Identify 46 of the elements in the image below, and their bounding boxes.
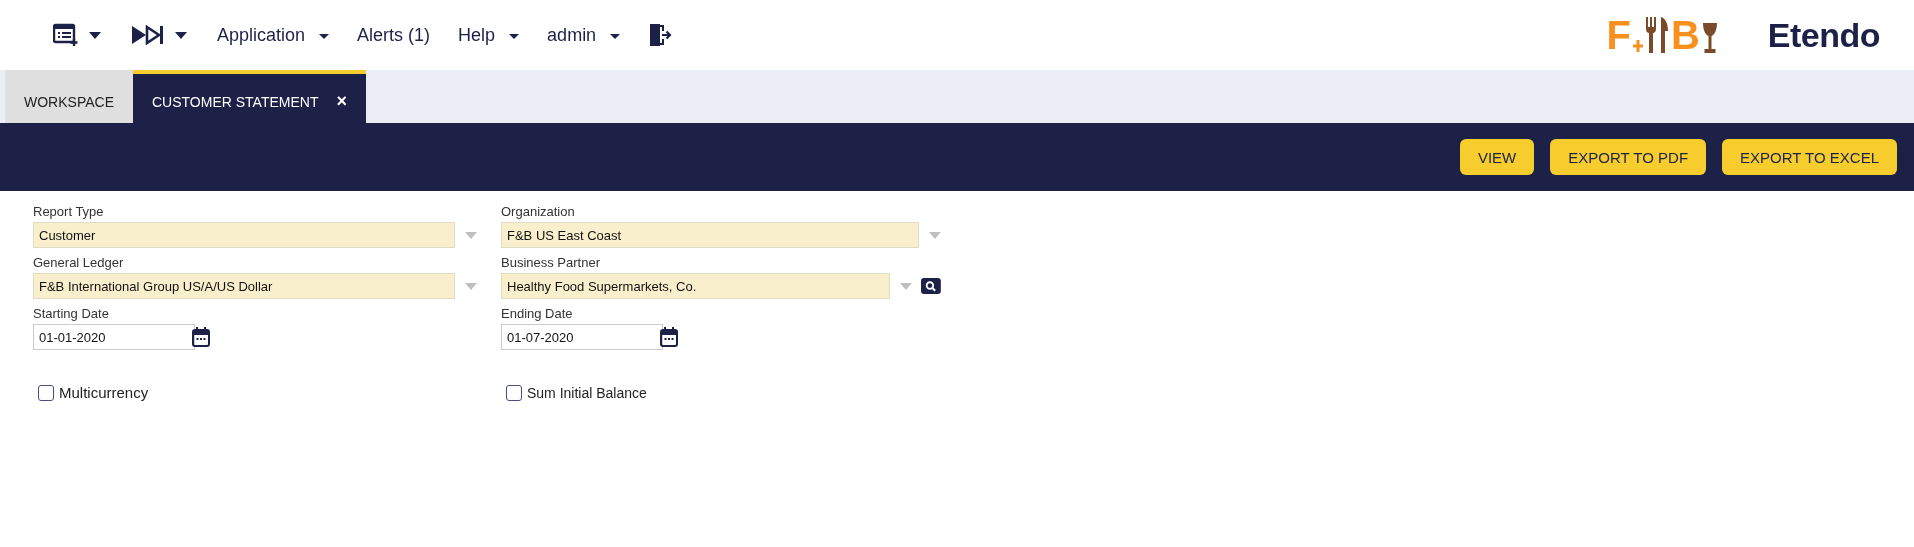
alerts-link[interactable]: Alerts (1) — [357, 24, 431, 46]
list-window-icon — [53, 23, 79, 47]
skip-forward-icon — [131, 25, 165, 45]
checkbox[interactable] — [506, 384, 522, 401]
field-label: Starting Date — [33, 306, 110, 321]
cutlery-icon — [1644, 17, 1669, 53]
caret-icon — [175, 31, 187, 39]
field-label: General Ledger — [33, 255, 125, 270]
field-label: Report Type — [33, 204, 105, 219]
plus-icon — [1632, 40, 1643, 52]
caret-icon — [610, 34, 621, 39]
caret-icon — [89, 31, 101, 39]
select-field[interactable]: Customer — [33, 222, 455, 248]
select-field[interactable]: F&B International Group US/A/US Dollar — [33, 273, 455, 299]
search-icon[interactable] — [921, 278, 941, 294]
tab[interactable]: CUSTOMER STATEMENT × — [133, 70, 366, 123]
logout-icon — [648, 22, 673, 48]
caret-icon — [509, 34, 520, 39]
select-field[interactable]: Healthy Food Supermarkets, Co. — [501, 273, 891, 299]
checkbox-label: Sum Initial Balance — [527, 384, 647, 401]
toolbar-button[interactable]: EXPORT TO EXCEL — [1722, 139, 1897, 175]
menu-dropdown[interactable]: Application — [217, 24, 330, 46]
menu-dropdown[interactable]: admin — [547, 24, 621, 46]
brand-logo: Etendo — [1767, 15, 1880, 55]
field-label: Organization — [501, 204, 576, 219]
date-field[interactable]: 01-01-2020 — [33, 324, 195, 350]
calendar-icon[interactable] — [192, 327, 210, 347]
glass-icon — [1701, 23, 1718, 53]
toolbar-button[interactable]: EXPORT TO PDF — [1550, 139, 1707, 175]
close-icon[interactable]: × — [336, 91, 347, 112]
checkbox[interactable] — [38, 384, 54, 401]
field-label: Ending Date — [501, 306, 574, 321]
logout-button[interactable] — [648, 22, 673, 48]
menu-dropdown[interactable] — [53, 23, 101, 47]
select-field[interactable]: F&B US East Coast — [501, 222, 920, 248]
menu-dropdown[interactable] — [131, 25, 187, 45]
field-label: Business Partner — [501, 255, 601, 270]
date-field[interactable]: 01-07-2020 — [501, 324, 663, 350]
caret-icon — [319, 34, 330, 39]
tab[interactable]: WORKSPACE — [5, 70, 133, 123]
logo-letter: F — [1606, 17, 1631, 53]
menu-dropdown[interactable]: Help — [458, 24, 520, 46]
toolbar-button[interactable]: VIEW — [1459, 139, 1535, 175]
calendar-icon[interactable] — [660, 327, 678, 347]
checkbox-label: Multicurrency — [59, 384, 149, 401]
logo-letter: B — [1670, 17, 1700, 53]
